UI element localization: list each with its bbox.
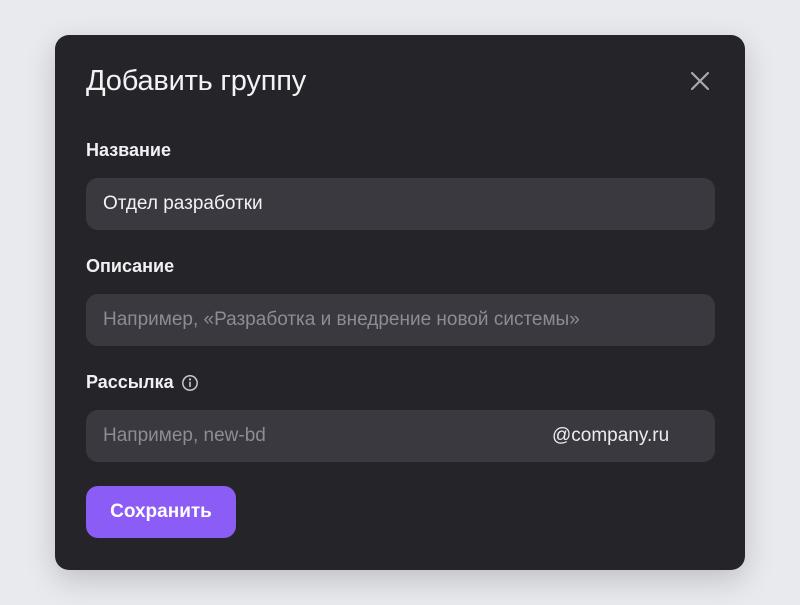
description-field[interactable] (86, 294, 715, 346)
name-label: Название (86, 140, 171, 161)
info-icon[interactable] (181, 374, 199, 392)
dialog-title: Добавить группу (86, 65, 307, 97)
save-button[interactable]: Сохранить (86, 486, 236, 538)
close-icon (690, 71, 710, 91)
mailing-field[interactable]: @company.ru (86, 410, 715, 462)
mailing-label: Рассылка (86, 372, 199, 393)
name-field[interactable] (86, 178, 715, 230)
mailing-label-text: Рассылка (86, 372, 174, 392)
mailing-input[interactable] (86, 410, 526, 462)
close-button[interactable] (684, 65, 716, 97)
description-input[interactable] (86, 294, 715, 346)
description-label-text: Описание (86, 256, 175, 276)
name-label-text: Название (86, 140, 171, 160)
name-input[interactable] (86, 178, 715, 230)
email-domain-suffix: @company.ru (552, 425, 670, 446)
description-label: Описание (86, 256, 174, 277)
add-group-dialog: Добавить группу Название Описание Рассыл… (55, 35, 745, 570)
